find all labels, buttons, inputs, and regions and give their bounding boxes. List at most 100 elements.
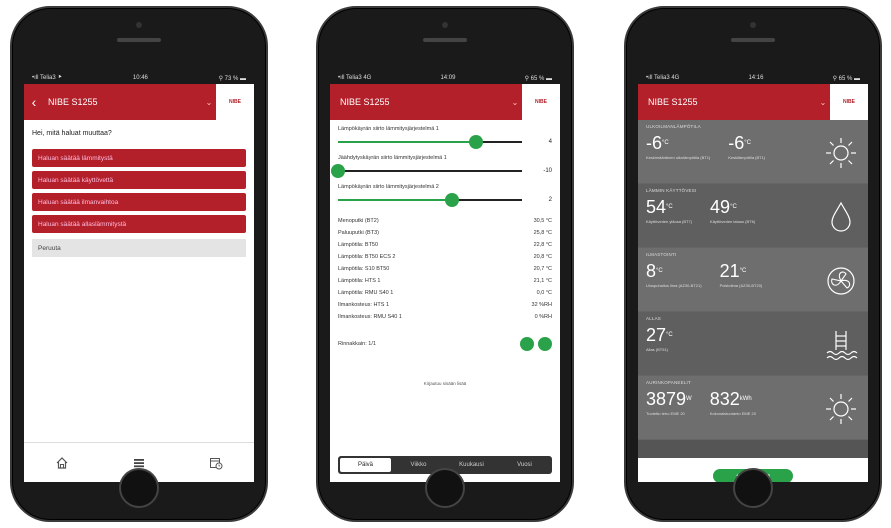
- value-caption: Käyttöveden yläosa (BT7): [646, 219, 693, 224]
- curve-offset-slider[interactable]: [331, 164, 522, 178]
- tile-value: -6°C Keskilämpötila (BT1): [728, 133, 765, 160]
- nibe-logo: NIBE: [830, 84, 868, 120]
- value-number: -6°C: [646, 133, 710, 153]
- clock: 14:09: [440, 75, 456, 81]
- value-unit: °C: [666, 332, 673, 338]
- status-bar: •ıll Telia3 4G 14:09 ⚲ 65 % ▬: [330, 72, 560, 84]
- value-caption: Ulospuhallus ilma (AZ30-BT21): [646, 283, 702, 288]
- home-button[interactable]: [119, 468, 159, 508]
- reading-value: 22,8 °C: [533, 242, 552, 248]
- slider-row: -10: [331, 164, 552, 178]
- slider-knob[interactable]: [445, 193, 460, 207]
- summary-tile[interactable]: ULKOILMANLÄMPÖTILA -6°C Keskimääräinen ulk…: [638, 120, 868, 184]
- battery: ⚲ 65 % ▬: [832, 75, 860, 82]
- reading-value: 20,7 °C: [533, 266, 552, 272]
- value-unit: °C: [744, 140, 751, 146]
- p2-body: Lämpökäyrän siirto lämmitysjärjestelmä 1…: [330, 120, 560, 386]
- phone-3: •ıll Telia3 4G 14:16 ⚲ 65 % ▬ NIBE S1255…: [624, 6, 882, 522]
- summary-tile[interactable]: AURINKOPANEELIT 3879W Tuotettu teho EME 20…: [638, 376, 868, 440]
- reading-row: Lämpötila: BT50 ECS 2 20,8 °C: [338, 251, 552, 263]
- app-bar: NIBE S1255 ⌄ NIBE: [330, 84, 560, 120]
- screen-1: •ıll Telia3 ⯈ 10:46 ⚲ 73 % ▬ ‹ NIBE S125…: [24, 72, 254, 482]
- indicator-row: Rinnakkain: 1/1: [338, 337, 552, 351]
- option-pool[interactable]: Haluan säätää allaslämmitystä: [32, 215, 246, 233]
- chevron-down-icon[interactable]: ⌄: [202, 98, 216, 107]
- curve-offset-slider[interactable]: [338, 193, 522, 207]
- back-icon[interactable]: ‹: [24, 94, 44, 110]
- slider-row: 2: [338, 193, 552, 207]
- slider-label: Jäähdytyskäyrän siirto lämmitysjärjestel…: [338, 155, 447, 161]
- option-heating[interactable]: Haluan säätää lämmitystä: [32, 149, 246, 167]
- status-dot[interactable]: [520, 337, 534, 351]
- summary-tile[interactable]: LÄMMIN KÄYTTÖVESI 54°C Käyttöveden yläosa …: [638, 184, 868, 248]
- slider-fill: [338, 141, 476, 143]
- chevron-down-icon[interactable]: ⌄: [508, 98, 522, 107]
- slider-row: 4: [338, 135, 552, 149]
- value-unit: °C: [739, 268, 747, 274]
- dashboard: ULKOILMANLÄMPÖTILA -6°C Keskimääräinen ulk…: [638, 120, 868, 482]
- slider-block: Lämpökäyrän siirto lämmitysjärjestelmä 2…: [338, 184, 552, 207]
- speaker: [117, 38, 161, 42]
- curve-offset-slider[interactable]: [338, 135, 522, 149]
- reading-value: 30,5 °C: [533, 218, 552, 224]
- reading-row: Ilmankosteus: HTS 1 32 %RH: [338, 299, 552, 311]
- segment-year[interactable]: Vuosi: [499, 458, 550, 472]
- screen-2: •ıll Telia3 4G 14:09 ⚲ 65 % ▬ NIBE S1255…: [330, 72, 560, 482]
- device-title: NIBE S1255: [340, 97, 390, 107]
- status-dot[interactable]: [538, 337, 552, 351]
- device-title: NIBE S1255: [48, 97, 98, 107]
- value-figure: 3879: [646, 389, 687, 409]
- value-unit: °C: [656, 268, 663, 274]
- slider-knob[interactable]: [331, 164, 345, 178]
- calendar-clock-icon[interactable]: [206, 453, 226, 473]
- tile-value: 832kWh Kokonaistuotanto EME 20: [710, 389, 756, 416]
- phone-2: •ıll Telia3 4G 14:09 ⚲ 65 % ▬ NIBE S1255…: [316, 6, 574, 522]
- reading-label: Lämpötila: BT50: [338, 242, 379, 248]
- indicator-dots: [520, 337, 552, 351]
- value-caption: Tuotettu teho EME 20: [646, 411, 685, 416]
- reading-value: 25,8 °C: [533, 230, 552, 236]
- stage: •ıll Telia3 ⯈ 10:46 ⚲ 73 % ▬ ‹ NIBE S125…: [0, 0, 891, 528]
- sun-icon: [824, 136, 858, 170]
- reading-value: 0,0 °C: [536, 290, 552, 296]
- drop-icon: [824, 200, 858, 234]
- value-figure: 21: [719, 261, 740, 281]
- slider-value: 2: [548, 197, 552, 203]
- tile-value: -6°C Keskimääräinen ulkolämpötila (BT1): [646, 133, 710, 160]
- summary-tile[interactable]: ILMASTOINTI 8°C Ulospuhallus ilma (AZ30-BT…: [638, 248, 868, 312]
- chevron-down-icon[interactable]: ⌄: [816, 98, 830, 107]
- tile-title: AURINKOPANEELIT: [646, 380, 691, 385]
- reading-label: Lämpötila: S10 BT50: [338, 266, 390, 272]
- cancel-button[interactable]: Peruuta: [32, 239, 246, 257]
- home-button[interactable]: [733, 468, 773, 508]
- reading-value: 32 %RH: [531, 302, 552, 308]
- tile-value: 27°C Allas (BT51): [646, 325, 673, 352]
- camera: [442, 22, 448, 28]
- segment-day[interactable]: Päivä: [340, 458, 391, 472]
- pool-icon: [824, 328, 858, 362]
- value-number: 3879W: [646, 389, 692, 409]
- reading-label: Lämpötila: BT50 ECS 2: [338, 254, 396, 260]
- home-button[interactable]: [425, 468, 465, 508]
- carrier: •ıll Telia3 ⯈: [32, 74, 63, 81]
- value-number: 21°C: [720, 261, 763, 281]
- indicator-label: Rinnakkain: 1/1: [338, 341, 376, 347]
- nibe-logo: NIBE: [522, 84, 560, 120]
- slider-fill: [338, 199, 453, 201]
- option-hot-water[interactable]: Haluan säätää käyttövettä: [32, 171, 246, 189]
- question-text: Hei, mitä haluat muuttaa?: [32, 130, 112, 137]
- reading-row: Paluuputki (BT3) 25,8 °C: [338, 227, 552, 239]
- value-caption: Keskimääräinen ulkolämpötila (BT1): [646, 155, 711, 160]
- note-text[interactable]: Kirjautuu sisään lisää: [338, 381, 552, 386]
- tile-value: 3879W Tuotettu teho EME 20: [646, 389, 692, 416]
- reading-row: Lämpötila: HTS 1 21,1 °C: [338, 275, 552, 287]
- option-ventilation[interactable]: Haluan säätää ilmanvaihtoa: [32, 193, 246, 211]
- tile-title: ALLAS: [646, 316, 662, 321]
- tile-title: ILMASTOINTI: [646, 252, 677, 257]
- phone-1: •ıll Telia3 ⯈ 10:46 ⚲ 73 % ▬ ‹ NIBE S125…: [10, 6, 268, 522]
- reading-value: 0 %RH: [534, 314, 552, 320]
- home-icon[interactable]: [52, 453, 72, 473]
- summary-tile[interactable]: ALLAS 27°C Allas (BT51): [638, 312, 868, 376]
- slider-knob[interactable]: [469, 135, 483, 149]
- value-caption: Kokonaistuotanto EME 20: [709, 411, 756, 416]
